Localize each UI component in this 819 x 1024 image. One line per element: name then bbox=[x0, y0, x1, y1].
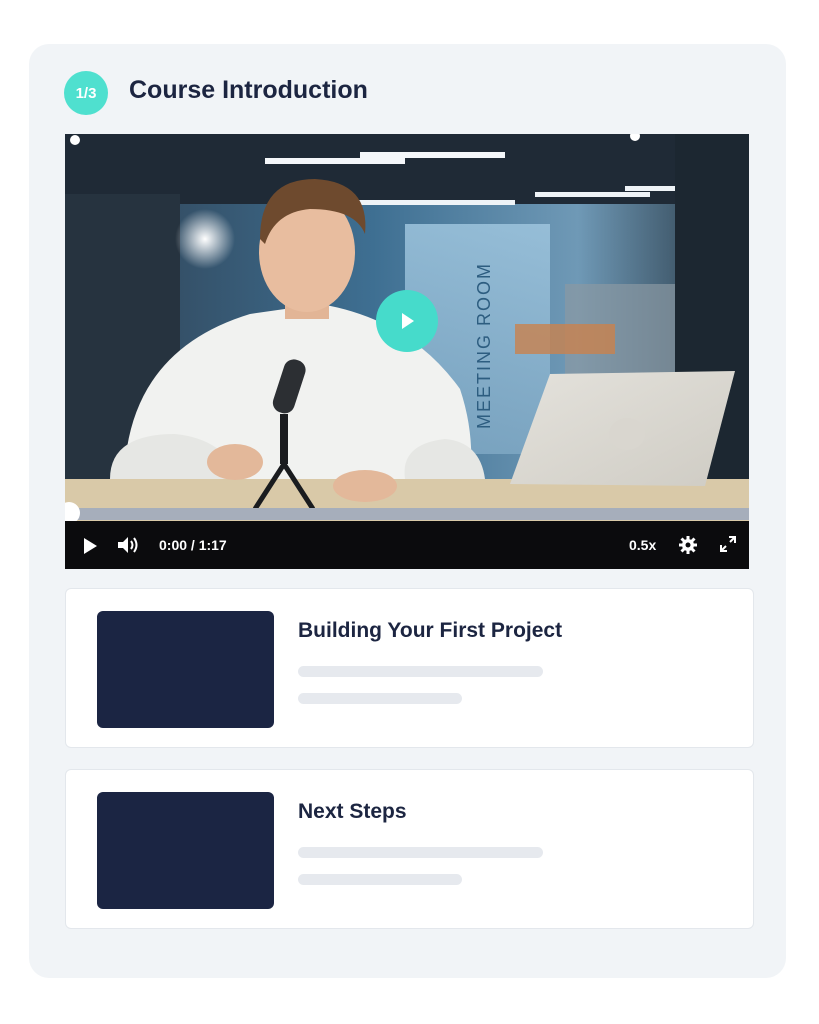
fullscreen-icon[interactable] bbox=[720, 536, 736, 552]
volume-icon[interactable] bbox=[116, 535, 140, 555]
meeting-room-sign: MEETING ROOM bbox=[474, 262, 494, 429]
lesson-card[interactable]: Building Your First Project bbox=[65, 588, 754, 748]
lesson-title: Next Steps bbox=[298, 800, 407, 823]
step-badge: 1/3 bbox=[64, 71, 108, 115]
placeholder-line bbox=[298, 666, 543, 677]
placeholder-line bbox=[298, 847, 543, 858]
playback-speed[interactable]: 0.5x bbox=[629, 537, 656, 553]
play-overlay-button[interactable] bbox=[376, 290, 438, 352]
lesson-thumbnail bbox=[97, 611, 274, 728]
progress-bar[interactable] bbox=[65, 508, 749, 520]
time-display: 0:00 / 1:17 bbox=[159, 537, 227, 553]
gear-icon[interactable] bbox=[679, 536, 697, 554]
lesson-title: Building Your First Project bbox=[298, 619, 563, 642]
placeholder-line bbox=[298, 693, 462, 704]
video-controls: 0:00 / 1:17 0.5x bbox=[65, 521, 749, 569]
placeholder-line bbox=[298, 874, 462, 885]
play-icon bbox=[402, 313, 414, 329]
page-title: Course Introduction bbox=[129, 76, 368, 104]
lesson-thumbnail bbox=[97, 792, 274, 909]
lesson-card[interactable]: Next Steps bbox=[65, 769, 754, 929]
video-player[interactable]: MEETING ROOM 0:00 / 1:17 0.5x bbox=[65, 134, 749, 569]
play-icon[interactable] bbox=[81, 537, 99, 555]
